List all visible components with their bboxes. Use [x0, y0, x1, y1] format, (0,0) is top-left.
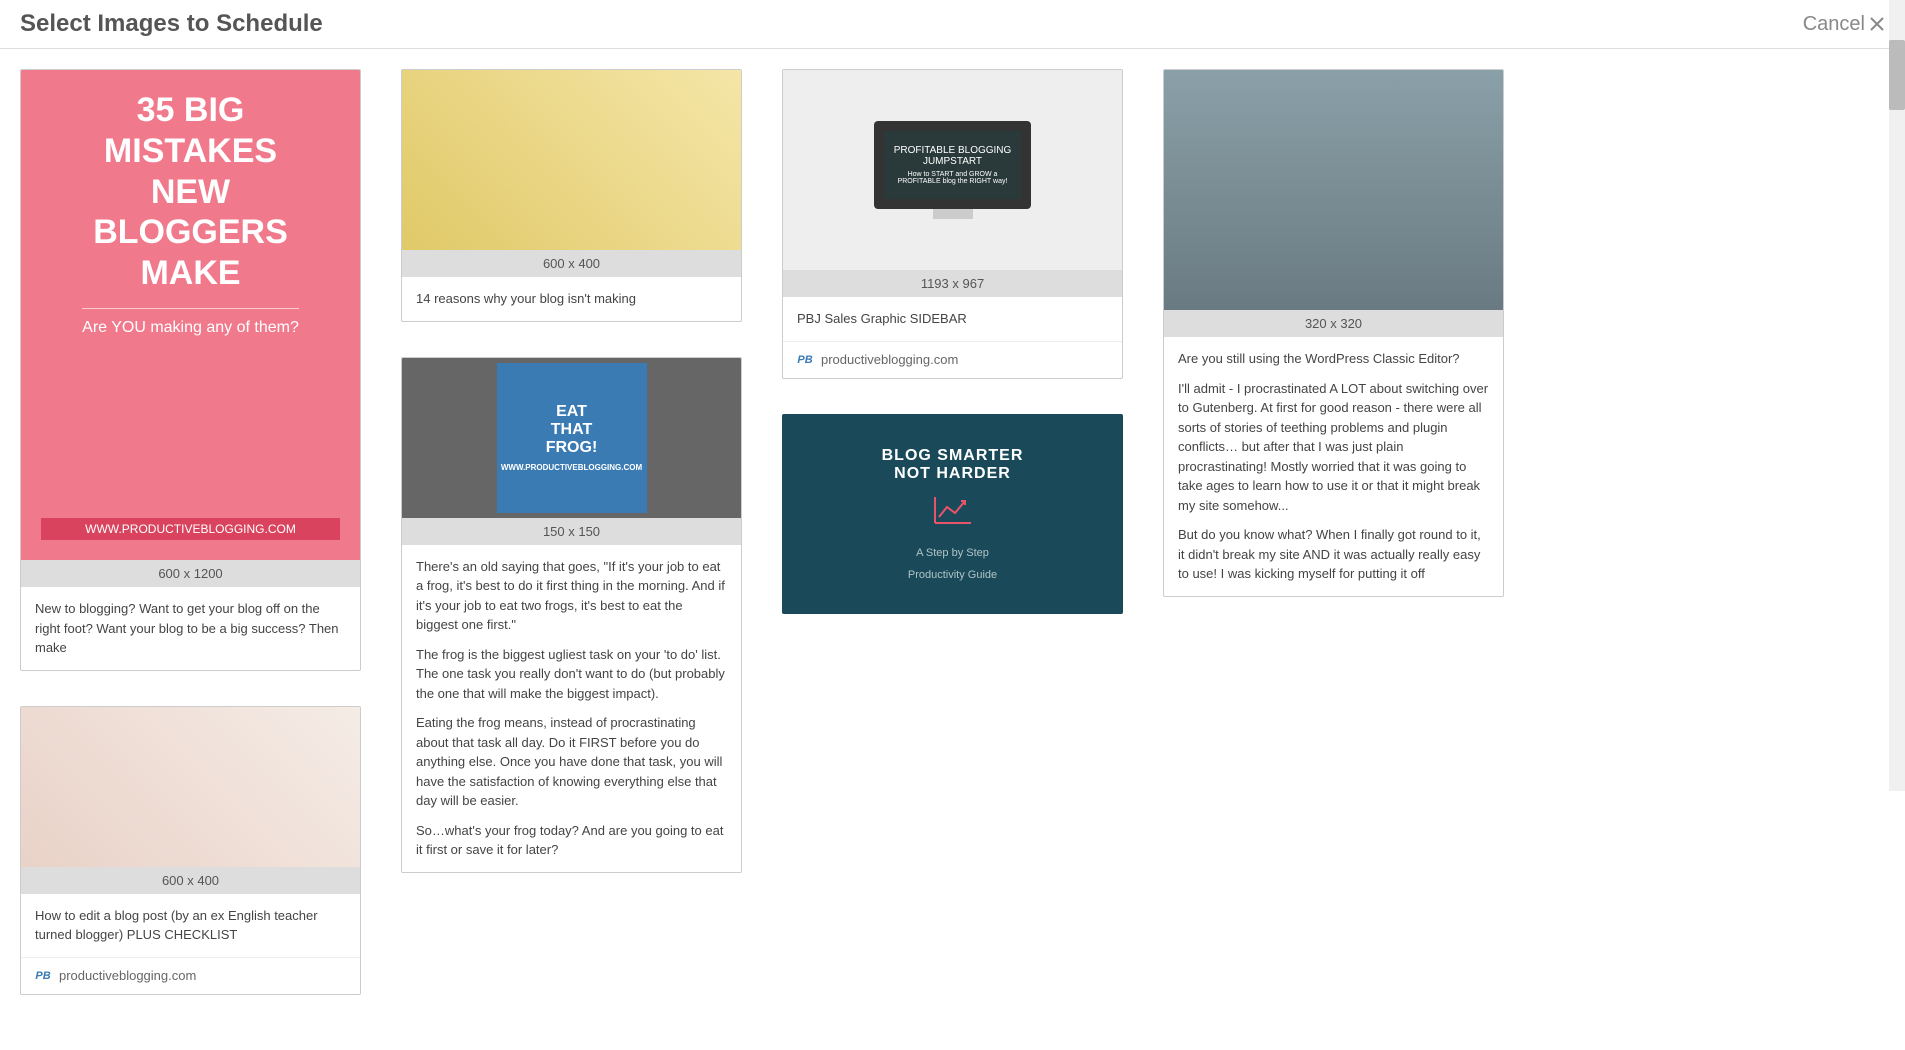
scrollbar-handle[interactable]: [1889, 40, 1905, 110]
thumb-text: FROG!: [546, 439, 598, 457]
image-gallery: 35 BIG MISTAKES NEW BLOGGERS MAKE Are YO…: [0, 49, 1905, 1050]
desc-paragraph: Eating the frog means, instead of procra…: [416, 713, 727, 811]
thumbnail: PROFITABLE BLOGGING JUMPSTART How to STA…: [783, 70, 1122, 270]
image-card[interactable]: 600 x 400 14 reasons why your blog isn't…: [401, 69, 742, 322]
thumbnail: [402, 70, 741, 250]
dimensions-label: 600 x 400: [21, 867, 360, 894]
desc-paragraph: I'll admit - I procrastinated A LOT abou…: [1178, 379, 1489, 516]
thumb-text: Are YOU making any of them?: [82, 308, 299, 337]
thumb-text: PROFITABLE blog the RIGHT way!: [894, 178, 1012, 185]
modal-header: Select Images to Schedule Cancel: [0, 0, 1905, 49]
desc-paragraph: Are you still using the WordPress Classi…: [1178, 349, 1489, 369]
dimensions-label: 600 x 1200: [21, 560, 360, 587]
thumb-text: JUMPSTART: [894, 156, 1012, 167]
image-card[interactable]: BLOG SMARTER NOT HARDER A Step by Step P…: [782, 414, 1123, 614]
thumb-text: EAT: [556, 403, 587, 421]
desc-paragraph: There's an old saying that goes, "If it'…: [416, 557, 727, 635]
thumbnail: [21, 707, 360, 867]
card-description: PBJ Sales Graphic SIDEBAR: [783, 297, 1122, 341]
dimensions-label: 150 x 150: [402, 518, 741, 545]
thumb-text: BLOG SMARTER: [882, 447, 1024, 465]
dimensions-label: 600 x 400: [402, 250, 741, 277]
thumb-text: BLOGGERS: [93, 212, 288, 253]
image-card[interactable]: 600 x 400 How to edit a blog post (by an…: [20, 706, 361, 995]
image-card[interactable]: EAT THAT FROG! WWW.PRODUCTIVEBLOGGING.CO…: [401, 357, 742, 873]
thumb-text: PROFITABLE BLOGGING: [894, 145, 1012, 156]
thumb-text: A Step by Step: [916, 547, 989, 559]
thumb-text: 35 BIG: [137, 90, 245, 131]
source-domain: productiveblogging.com: [59, 968, 196, 983]
image-card[interactable]: 320 x 320 Are you still using the WordPr…: [1163, 69, 1504, 597]
desc-paragraph: But do you know what? When I finally got…: [1178, 525, 1489, 584]
vertical-scrollbar[interactable]: [1889, 0, 1905, 791]
page-title: Select Images to Schedule: [20, 10, 323, 38]
thumb-text: NEW: [151, 172, 230, 213]
thumbnail: [1164, 70, 1503, 310]
thumb-text: MAKE: [140, 253, 240, 294]
desc-paragraph: The frog is the biggest ugliest task on …: [416, 645, 727, 704]
thumb-text: Productivity Guide: [908, 569, 997, 581]
dimensions-label: 1193 x 967: [783, 270, 1122, 297]
card-description: New to blogging? Want to get your blog o…: [21, 587, 360, 670]
image-card[interactable]: 35 BIG MISTAKES NEW BLOGGERS MAKE Are YO…: [20, 69, 361, 671]
cancel-label: Cancel: [1803, 13, 1865, 36]
thumbnail: EAT THAT FROG! WWW.PRODUCTIVEBLOGGING.CO…: [402, 358, 741, 518]
thumbnail: BLOG SMARTER NOT HARDER A Step by Step P…: [782, 414, 1123, 614]
source-domain: productiveblogging.com: [821, 352, 958, 367]
thumb-text: How to START and GROW a: [894, 171, 1012, 178]
thumb-text: WWW.PRODUCTIVEBLOGGING.COM: [501, 463, 642, 472]
card-description: How to edit a blog post (by an ex Englis…: [21, 894, 360, 957]
card-description: 14 reasons why your blog isn't making: [402, 277, 741, 321]
source-row: PB productiveblogging.com: [783, 341, 1122, 378]
source-icon: PB: [797, 352, 813, 368]
desc-paragraph: So…what's your frog today? And are you g…: [416, 821, 727, 860]
thumb-text: WWW.PRODUCTIVEBLOGGING.COM: [41, 518, 340, 540]
cancel-button[interactable]: Cancel: [1803, 13, 1885, 36]
source-row: PB productiveblogging.com: [21, 957, 360, 994]
close-icon: [1869, 16, 1885, 32]
thumb-text: NOT HARDER: [894, 465, 1011, 483]
dimensions-label: 320 x 320: [1164, 310, 1503, 337]
thumb-text: MISTAKES: [104, 131, 277, 172]
card-description: Are you still using the WordPress Classi…: [1164, 337, 1503, 596]
chart-icon: [933, 495, 973, 525]
thumb-text: THAT: [551, 421, 592, 439]
source-icon: PB: [35, 968, 51, 984]
card-description: There's an old saying that goes, "If it'…: [402, 545, 741, 872]
thumbnail: 35 BIG MISTAKES NEW BLOGGERS MAKE Are YO…: [21, 70, 360, 560]
image-card[interactable]: PROFITABLE BLOGGING JUMPSTART How to STA…: [782, 69, 1123, 379]
